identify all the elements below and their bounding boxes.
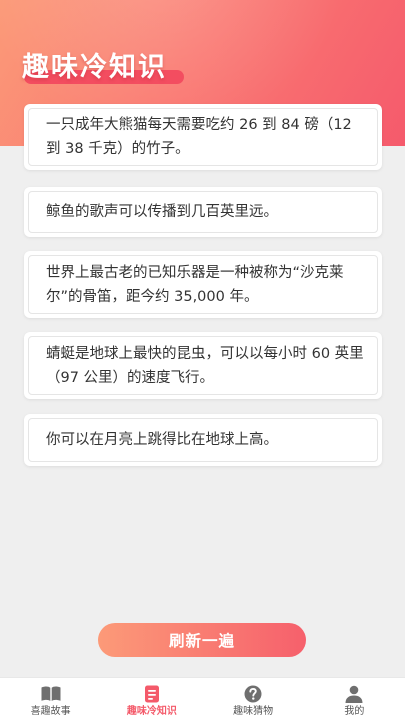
fact-card-3: 世界上最古老的已知乐器是一种被称为“沙克莱尔”的骨笛，距今约 35,000 年。: [24, 251, 382, 318]
fact-text: 你可以在月亮上跳得比在地球上高。: [46, 432, 278, 448]
person-icon: [343, 684, 365, 704]
page-title-container: 趣味冷知识: [22, 48, 184, 88]
fact-card-5: 你可以在月亮上跳得比在地球上高。: [24, 414, 382, 466]
fact-card-4: 蜻蜓是地球上最快的昆虫，可以以每小时 60 英里（97 公里）的速度飞行。: [24, 332, 382, 399]
fact-text: 鲸鱼的歌声可以传播到几百英里远。: [46, 204, 278, 220]
tab-trivia[interactable]: 趣味冷知识: [101, 678, 202, 721]
question-icon: [242, 684, 264, 704]
tab-guess[interactable]: 趣味猜物: [203, 678, 304, 721]
bottom-tab-bar: 喜趣故事 趣味冷知识 趣味猜物 我的: [0, 677, 405, 721]
note-icon: [141, 684, 163, 704]
refresh-button[interactable]: 刷新一遍: [98, 623, 306, 657]
fact-card-inner: 你可以在月亮上跳得比在地球上高。: [28, 418, 378, 462]
page-title: 趣味冷知识: [22, 52, 167, 83]
fact-card-inner: 世界上最古老的已知乐器是一种被称为“沙克莱尔”的骨笛，距今约 35,000 年。: [28, 255, 378, 314]
fact-card-1: 一只成年大熊猫每天需要吃约 26 到 84 磅（12 到 38 千克）的竹子。: [24, 104, 382, 170]
fact-text: 世界上最古老的已知乐器是一种被称为“沙克莱尔”的骨笛，距今约 35,000 年。: [46, 264, 344, 305]
fact-card-inner: 蜻蜓是地球上最快的昆虫，可以以每小时 60 英里（97 公里）的速度飞行。: [28, 336, 378, 395]
fact-card-inner: 一只成年大熊猫每天需要吃约 26 到 84 磅（12 到 38 千克）的竹子。: [28, 108, 378, 166]
fact-card-2: 鲸鱼的歌声可以传播到几百英里远。: [24, 187, 382, 237]
fact-text: 一只成年大熊猫每天需要吃约 26 到 84 磅（12 到 38 千克）的竹子。: [46, 117, 352, 157]
tab-profile[interactable]: 我的: [304, 678, 405, 721]
tab-label: 我的: [344, 706, 365, 717]
tab-label: 趣味猜物: [233, 706, 274, 717]
book-icon: [40, 684, 62, 704]
fact-text: 蜻蜓是地球上最快的昆虫，可以以每小时 60 英里（97 公里）的速度飞行。: [46, 345, 364, 386]
tab-stories[interactable]: 喜趣故事: [0, 678, 101, 721]
fact-card-inner: 鲸鱼的歌声可以传播到几百英里远。: [28, 191, 378, 233]
tab-label: 喜趣故事: [30, 706, 71, 717]
tab-label: 趣味冷知识: [126, 706, 177, 717]
